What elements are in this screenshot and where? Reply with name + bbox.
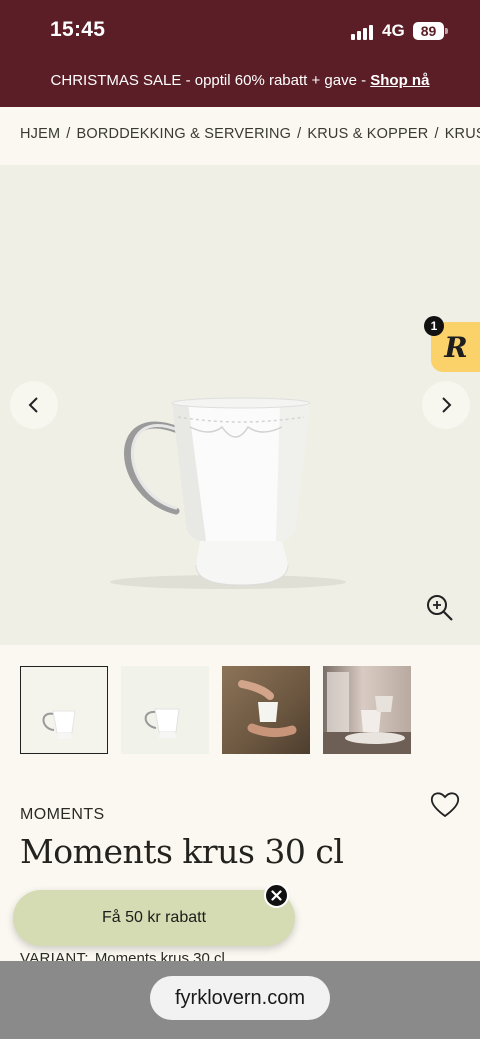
breadcrumb-separator: / (66, 126, 71, 142)
thumbnail-2[interactable] (121, 666, 209, 754)
product-gallery[interactable]: R 1 (0, 165, 480, 645)
product-title: Moments krus 30 cl (20, 832, 344, 871)
chevron-right-icon (442, 397, 452, 413)
discount-close-button[interactable] (264, 883, 289, 908)
promo-banner: CHRISTMAS SALE - opptil 60% rabatt + gav… (0, 72, 480, 89)
thumbnail-mug-image (42, 710, 76, 739)
breadcrumb-separator: / (434, 126, 439, 142)
rewards-count-badge: 1 (424, 316, 444, 336)
product-brand[interactable]: MOMENTS (20, 806, 105, 824)
thumbnail-1[interactable] (20, 666, 108, 754)
breadcrumb-separator: / (297, 126, 302, 142)
chevron-left-icon (28, 397, 38, 413)
top-header: 15:45 4G 89 CHRISTMAS SALE - opptil 60% … (0, 0, 480, 107)
heart-icon (430, 792, 460, 818)
network-type: 4G (382, 21, 405, 40)
close-icon (271, 890, 282, 901)
thumbnail-hands-image (238, 680, 297, 738)
thumbnail-table-image (323, 672, 411, 754)
wishlist-button[interactable] (430, 790, 460, 823)
breadcrumb: HJEM / BORDDEKKING & SERVERING / KRUS & KOPP… (20, 126, 480, 142)
product-image (110, 397, 346, 589)
battery-icon: 89 (413, 22, 444, 40)
breadcrumb-home[interactable]: HJEM (20, 126, 60, 142)
thumbnail-4[interactable] (323, 666, 411, 754)
battery-tip (445, 28, 448, 34)
status-bar: 15:45 4G 89 (0, 0, 480, 60)
previous-image-button[interactable] (10, 381, 58, 429)
zoom-in-icon (427, 595, 453, 621)
discount-pill[interactable]: Få 50 kr rabatt (13, 890, 295, 946)
breadcrumb-table-setting[interactable]: BORDDEKKING & SERVERING (77, 126, 292, 142)
address-bar[interactable]: fyrklovern.com (150, 976, 330, 1020)
shop-now-link[interactable]: Shop nå (370, 72, 429, 89)
signal-icon (351, 24, 375, 40)
thumbnail-3[interactable] (222, 666, 310, 754)
thumbnail-mug-angle-image (144, 708, 180, 738)
zoom-button[interactable] (425, 593, 455, 628)
status-time: 15:45 (50, 18, 106, 41)
browser-bar: fyrklovern.com (0, 961, 480, 1039)
thumbnail-strip (20, 666, 460, 754)
next-image-button[interactable] (422, 381, 470, 429)
promo-text: CHRISTMAS SALE - opptil 60% rabatt + gav… (50, 72, 371, 89)
breadcrumb-mugs[interactable]: KRUS (445, 126, 480, 142)
breadcrumb-mugs-cups[interactable]: KRUS & KOPPER (307, 126, 428, 142)
